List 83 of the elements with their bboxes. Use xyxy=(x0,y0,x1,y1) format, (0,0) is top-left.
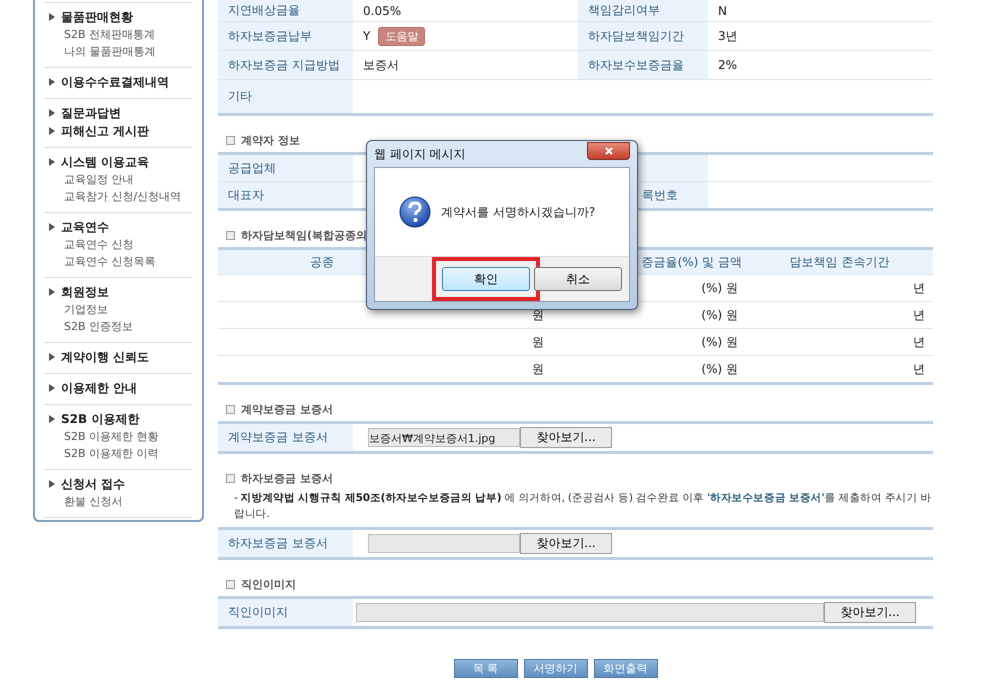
field-value: 보증서 xyxy=(363,56,399,74)
field-label: 책임감리여부 xyxy=(578,0,708,21)
table-cell: (%) 원 xyxy=(701,334,738,350)
field-label: 지연배상금율 xyxy=(218,0,353,21)
menu-item[interactable]: 시스템 이용교육 xyxy=(49,153,150,171)
table-cell: 원 xyxy=(532,360,544,378)
field-value: Y xyxy=(363,29,370,43)
section-title: 직인이미지 xyxy=(241,576,296,592)
field-label: 하자보증금 보증서 xyxy=(218,530,353,557)
section-title: 하자보증금 보증서 xyxy=(241,470,333,486)
table-cell: (%) 원 xyxy=(701,360,738,378)
column-header: 담보책임 존속기간 xyxy=(790,254,890,270)
table-cell: (%) 원 xyxy=(701,280,738,296)
submenu-item[interactable]: 교육참가 신청/신청내역 xyxy=(49,188,182,205)
arrow-icon xyxy=(49,480,55,488)
field-label: 직인이미지 xyxy=(218,599,353,626)
browse-button[interactable]: 찾아보기... xyxy=(520,533,612,554)
menu-item[interactable]: 이용수수료결제내역 xyxy=(49,73,169,91)
submenu-item[interactable]: 환불 신청서 xyxy=(49,493,122,510)
section-title: 하자담보책임(복합공종의 xyxy=(241,228,368,242)
arrow-icon xyxy=(49,288,55,296)
column-header: 증금율(%) 및 금액 xyxy=(642,254,742,270)
submenu-item[interactable]: S2B 전체판매통계 xyxy=(49,26,156,43)
menu-item[interactable]: 이용제한 안내 xyxy=(49,379,138,397)
table-cell: (%) 원 xyxy=(701,306,738,324)
question-icon xyxy=(399,196,431,228)
submenu-item[interactable]: 기업정보 xyxy=(49,301,108,318)
file-field[interactable] xyxy=(368,534,520,553)
table-cell: 년 xyxy=(913,306,925,324)
column-header: 공종 xyxy=(310,254,334,270)
table-cell: 원 xyxy=(532,334,544,350)
table-cell: 년 xyxy=(913,280,925,296)
arrow-icon xyxy=(49,158,55,166)
submenu-item[interactable]: 나의 물품판매통계 xyxy=(49,43,156,60)
cancel-button[interactable]: 취소 xyxy=(534,267,622,291)
field-label: 대표자 xyxy=(218,182,353,208)
field-value: 3년 xyxy=(718,28,738,44)
dialog-title: 웹 페이지 메시지 xyxy=(374,146,466,162)
notice-text: - 지방계약법 시행규칙 제50조(하자보수보증금의 납부) 에 의거하여, (준공검사 등) 검수완료 이후 '하자보수보증금 보증서'를 제출하여 주시기 바랍니다. xyxy=(234,491,932,522)
submenu-item[interactable]: 교육연수 신청목록 xyxy=(49,253,156,270)
close-button[interactable] xyxy=(587,142,630,160)
field-label: 기타 xyxy=(218,80,353,113)
section-title: 계약자 정보 xyxy=(241,132,300,148)
arrow-icon xyxy=(49,384,55,392)
menu-item[interactable]: 물품판매현황 xyxy=(49,8,133,26)
menu-item[interactable]: 질문과답변 xyxy=(49,104,121,122)
submenu-item[interactable]: S2B 이용제한 이력 xyxy=(49,445,159,462)
field-label: 하자보증금납부 xyxy=(218,22,353,50)
browse-button[interactable]: 찾아보기... xyxy=(824,602,916,623)
field-label: 계약보증금 보증서 xyxy=(218,424,353,451)
confirm-button[interactable]: 확인 xyxy=(442,267,530,291)
file-field[interactable]: 보증서₩계약보증서1.jpg xyxy=(368,428,520,447)
submenu-item[interactable]: 교육연수 신청 xyxy=(49,236,134,253)
submenu-item[interactable]: 교육일정 안내 xyxy=(49,171,134,188)
close-icon xyxy=(604,146,614,156)
arrow-icon xyxy=(49,109,55,117)
arrow-icon xyxy=(49,223,55,231)
table-cell: 년 xyxy=(913,360,925,378)
table-cell: 원 xyxy=(532,306,544,324)
section-title: 계약보증금 보증서 xyxy=(241,402,333,416)
field-value: N xyxy=(718,4,727,18)
submenu-item[interactable]: S2B 이용제한 현황 xyxy=(49,428,159,445)
field-label: 하자보수보증금율 xyxy=(578,51,708,79)
arrow-icon xyxy=(49,13,55,21)
arrow-icon xyxy=(49,78,55,86)
file-field[interactable] xyxy=(356,603,824,622)
menu-item[interactable]: 신청서 접수 xyxy=(49,475,126,493)
browse-button[interactable]: 찾아보기... xyxy=(520,427,612,448)
field-value: 0.05% xyxy=(363,4,402,18)
menu-item[interactable]: 교육연수 xyxy=(49,218,109,236)
menu-item[interactable]: 계약이행 신뢰도 xyxy=(49,348,150,366)
arrow-icon xyxy=(49,127,55,135)
field-label: 하자보증금 지급방법 xyxy=(218,51,353,79)
menu-item[interactable]: 회원정보 xyxy=(49,283,109,301)
field-label: 하자담보책임기간 xyxy=(578,22,708,50)
table-cell: 년 xyxy=(913,334,925,350)
submenu-item[interactable]: S2B 인증정보 xyxy=(49,318,134,335)
menu-item[interactable]: 피해신고 게시판 xyxy=(49,122,150,140)
arrow-icon xyxy=(49,353,55,361)
field-value: 2% xyxy=(718,58,738,72)
menu-item[interactable]: S2B 이용제한 xyxy=(49,410,140,428)
field-label: 공급업체 xyxy=(218,155,353,181)
arrow-icon xyxy=(49,415,55,423)
